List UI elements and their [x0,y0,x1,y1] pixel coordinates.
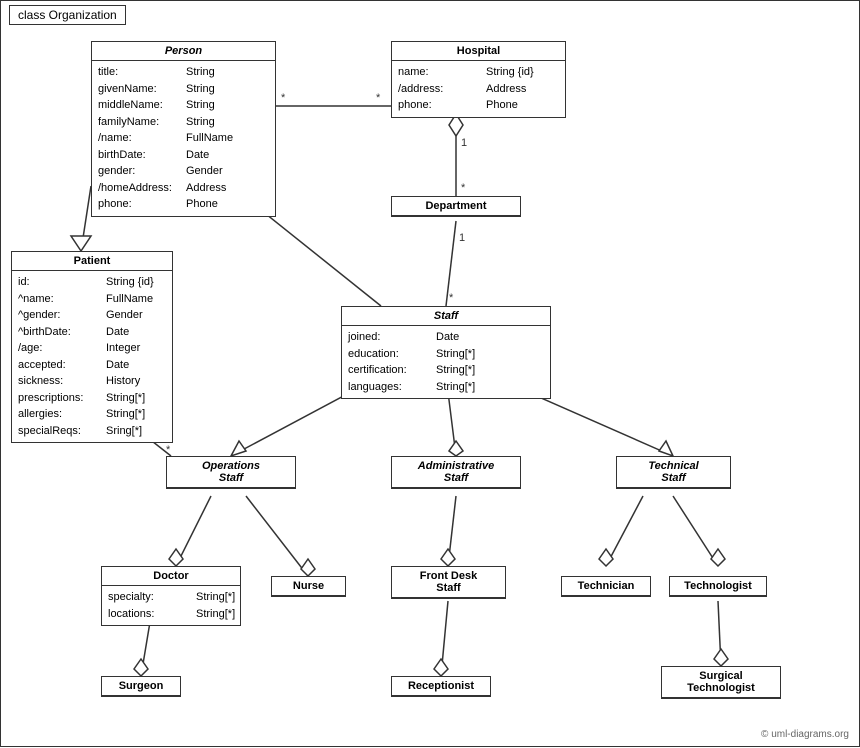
technician-class: Technician [561,576,651,597]
copyright: © uml-diagrams.org [761,729,849,740]
technical-staff-class: TechnicalStaff [616,456,731,489]
nurse-class: Nurse [271,576,346,597]
operations-staff-class: OperationsStaff [166,456,296,489]
staff-body: joined:Date education:String[*] certific… [342,326,550,398]
technologist-class: Technologist [669,576,767,597]
svg-text:*: * [376,92,381,104]
department-class: Department [391,196,521,217]
hospital-body: name:String {id} /address:Address phone:… [392,61,565,117]
svg-text:*: * [449,292,454,304]
surgical-technologist-class: SurgicalTechnologist [661,666,781,699]
person-body: title:String givenName:String middleName… [92,61,275,216]
front-desk-staff-header: Front DeskStaff [392,567,505,598]
svg-text:*: * [461,182,466,194]
doctor-body: specialty:String[*] locations:String[*] [102,586,240,625]
surgical-technologist-header: SurgicalTechnologist [662,667,780,698]
technical-staff-header: TechnicalStaff [617,457,730,488]
doctor-header: Doctor [102,567,240,586]
diagram-container: class Organization * * 1 * 1 * * * [0,0,860,747]
administrative-staff-class: AdministrativeStaff [391,456,521,489]
operations-staff-header: OperationsStaff [167,457,295,488]
svg-text:1: 1 [461,137,467,149]
person-class: Person title:String givenName:String mid… [91,41,276,217]
technologist-header: Technologist [670,577,766,596]
svg-text:1: 1 [459,232,465,244]
receptionist-class: Receptionist [391,676,491,697]
department-header: Department [392,197,520,216]
diagram-title: class Organization [9,5,126,25]
doctor-class: Doctor specialty:String[*] locations:Str… [101,566,241,626]
svg-text:*: * [281,92,286,104]
surgeon-class: Surgeon [101,676,181,697]
surgeon-header: Surgeon [102,677,180,696]
nurse-header: Nurse [272,577,345,596]
technician-header: Technician [562,577,650,596]
hospital-header: Hospital [392,42,565,61]
staff-class: Staff joined:Date education:String[*] ce… [341,306,551,399]
svg-text:*: * [166,444,171,456]
staff-header: Staff [342,307,550,326]
receptionist-header: Receptionist [392,677,490,696]
patient-class: Patient id:String {id} ^name:FullName ^g… [11,251,173,443]
patient-body: id:String {id} ^name:FullName ^gender:Ge… [12,271,172,442]
front-desk-staff-class: Front DeskStaff [391,566,506,599]
patient-header: Patient [12,252,172,271]
administrative-staff-header: AdministrativeStaff [392,457,520,488]
hospital-class: Hospital name:String {id} /address:Addre… [391,41,566,118]
person-header: Person [92,42,275,61]
